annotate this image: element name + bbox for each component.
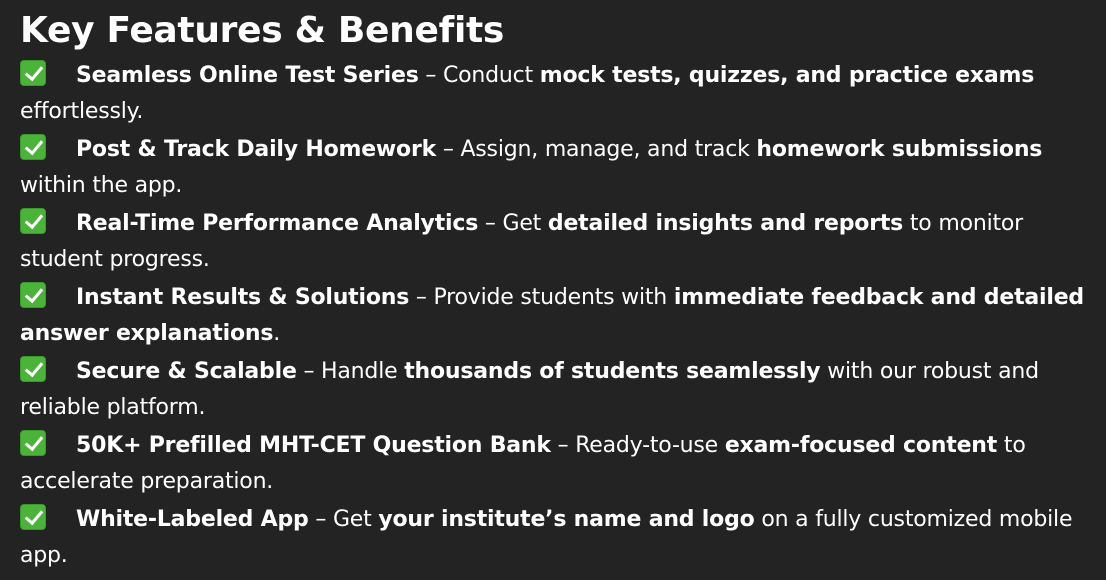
- feature-item: Secure & Scalable – Handle thousands of …: [20, 354, 1086, 426]
- feature-emphasis: your institute’s name and logo: [378, 507, 755, 532]
- feature-heading: Secure & Scalable: [76, 359, 297, 384]
- feature-heading: 50K+ Prefilled MHT-CET Question Bank: [76, 433, 551, 458]
- feature-separator: – Conduct: [418, 63, 540, 88]
- feature-heading: Post & Track Daily Homework: [76, 137, 437, 162]
- check-mark-icon: [20, 282, 46, 308]
- feature-heading: Seamless Online Test Series: [76, 63, 419, 88]
- feature-item: Post & Track Daily Homework – Assign, ma…: [20, 132, 1086, 204]
- feature-separator: – Assign, manage, and track: [436, 137, 757, 162]
- feature-emphasis: homework submissions: [756, 137, 1043, 162]
- feature-separator: – Ready-to-use: [550, 433, 725, 458]
- feature-list: Seamless Online Test Series – Conduct mo…: [20, 58, 1086, 574]
- feature-emphasis: detailed insights and reports: [547, 211, 904, 236]
- feature-emphasis: thousands of students seamlessly: [404, 359, 821, 384]
- feature-item: Instant Results & Solutions – Provide st…: [20, 280, 1086, 352]
- feature-heading: White-Labeled App: [76, 507, 309, 532]
- feature-heading: Instant Results & Solutions: [76, 285, 410, 310]
- feature-item: Seamless Online Test Series – Conduct mo…: [20, 58, 1086, 130]
- feature-emphasis: mock tests, quizzes, and practice exams: [539, 63, 1035, 88]
- feature-description: within the app.: [20, 173, 183, 198]
- check-mark-icon: [20, 134, 46, 160]
- feature-separator: – Get: [478, 211, 548, 236]
- check-mark-icon: [20, 208, 46, 234]
- page-title: Key Features & Benefits: [20, 10, 505, 51]
- check-mark-icon: [20, 356, 46, 382]
- check-mark-icon: [20, 430, 46, 456]
- feature-heading: Real-Time Performance Analytics: [76, 211, 479, 236]
- page: Key Features & Benefits Seamless Online …: [0, 0, 1106, 580]
- feature-item: 50K+ Prefilled MHT-CET Question Bank – R…: [20, 428, 1086, 500]
- feature-item: White-Labeled App – Get your institute’s…: [20, 502, 1086, 574]
- feature-emphasis: exam-focused content: [724, 433, 998, 458]
- check-mark-icon: [20, 504, 46, 530]
- feature-separator: – Handle: [296, 359, 405, 384]
- feature-separator: – Get: [308, 507, 379, 532]
- feature-separator: – Provide students with: [409, 285, 674, 310]
- feature-item: Real-Time Performance Analytics – Get de…: [20, 206, 1086, 278]
- feature-description: effortlessly.: [20, 99, 144, 124]
- check-mark-icon: [20, 60, 46, 86]
- feature-description: .: [273, 321, 281, 346]
